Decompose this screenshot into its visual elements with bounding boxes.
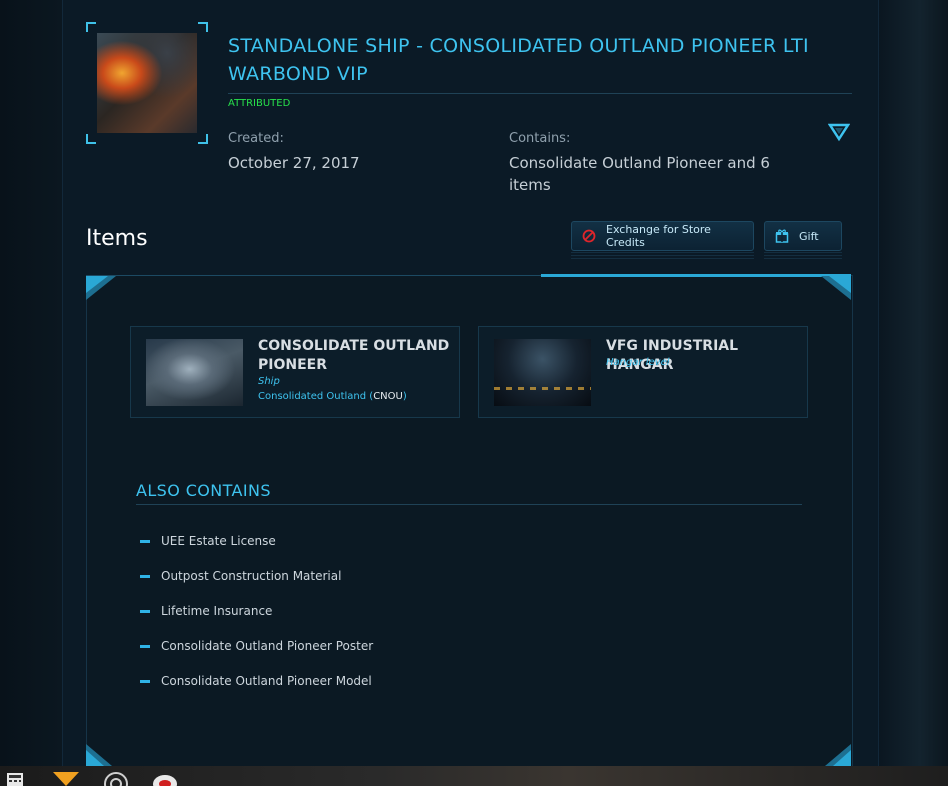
bullet-icon — [140, 679, 150, 683]
card-title: VFG INDUSTRIAL HANGAR — [606, 338, 739, 373]
status-badge: ATTRIBUTED — [228, 98, 291, 109]
right-gutter — [878, 0, 948, 766]
corner-accent-icon — [86, 276, 116, 300]
os-taskbar — [0, 766, 948, 786]
list-item-label: Lifetime Insurance — [161, 604, 273, 618]
pledge-title: STANDALONE SHIP - CONSOLIDATED OUTLAND P… — [228, 35, 809, 85]
items-heading: Items — [86, 226, 148, 251]
manufacturer-name: Consolidated Outland ( — [258, 391, 374, 402]
frame-corner — [198, 134, 208, 144]
items-top-accent — [541, 274, 851, 277]
hangar-image — [494, 339, 591, 406]
corner-accent-icon — [825, 744, 851, 766]
list-item: UEE Estate License — [140, 534, 276, 548]
list-item: Lifetime Insurance — [140, 604, 272, 618]
bullet-icon — [140, 539, 150, 543]
bullet-icon — [140, 644, 150, 648]
frame-corner — [86, 22, 96, 32]
frame-corner — [86, 134, 96, 144]
gift-button-label: Gift — [799, 229, 819, 243]
frame-corner — [198, 22, 208, 32]
corner-accent-icon — [821, 276, 851, 300]
list-item: Outpost Construction Material — [140, 569, 341, 583]
button-shadow — [764, 252, 842, 260]
exchange-button[interactable]: Exchange for Store Credits — [571, 221, 754, 251]
list-item-label: Consolidate Outland Pioneer Model — [161, 674, 372, 688]
bullet-icon — [140, 609, 150, 613]
left-gutter — [0, 0, 62, 766]
calculator-icon[interactable] — [6, 772, 26, 786]
pledge-thumbnail[interactable] — [86, 22, 208, 144]
app-icon[interactable] — [53, 772, 79, 786]
card-type: Ship — [258, 376, 280, 387]
card-manufacturer: Consolidated Outland (CNOU) — [258, 391, 407, 402]
contains-value: Consolidate Outland Pioneer and 6 items — [509, 154, 770, 194]
also-contains-heading: ALSO CONTAINS — [136, 481, 271, 500]
list-item-label: Outpost Construction Material — [161, 569, 342, 583]
title-divider — [228, 93, 852, 94]
item-card-ship[interactable]: CONSOLIDATE OUTLAND PIONEER Ship Consoli… — [130, 326, 460, 418]
manufacturer-close: ) — [402, 391, 407, 402]
created-label: Created: — [228, 131, 284, 146]
list-item: Consolidate Outland Pioneer Model — [140, 674, 372, 688]
chevron-down-icon[interactable] — [827, 122, 851, 146]
card-title: CONSOLIDATE OUTLAND PIONEER — [258, 338, 450, 373]
gift-icon — [775, 229, 789, 243]
prohibited-icon — [582, 229, 596, 243]
list-item: Consolidate Outland Pioneer Poster — [140, 639, 373, 653]
corner-accent-icon — [86, 744, 112, 766]
game-launcher-icon[interactable] — [152, 772, 178, 786]
card-type: Hangar level — [606, 357, 670, 368]
list-item-label: UEE Estate License — [161, 534, 276, 548]
pledge-image — [97, 33, 197, 133]
ship-image — [146, 339, 243, 406]
also-contains-divider — [136, 504, 802, 505]
manufacturer-code: CNOU — [373, 391, 403, 402]
bullet-icon — [140, 574, 150, 578]
exchange-button-label: Exchange for Store Credits — [606, 223, 711, 249]
button-shadow — [571, 252, 754, 260]
contains-label: Contains: — [509, 131, 571, 146]
gift-button[interactable]: Gift — [764, 221, 842, 251]
list-item-label: Consolidate Outland Pioneer Poster — [161, 639, 374, 653]
browser-icon[interactable] — [104, 772, 128, 786]
item-card-hangar[interactable]: VFG INDUSTRIAL HANGAR Hangar level — [478, 326, 808, 418]
created-value: October 27, 2017 — [228, 154, 360, 172]
